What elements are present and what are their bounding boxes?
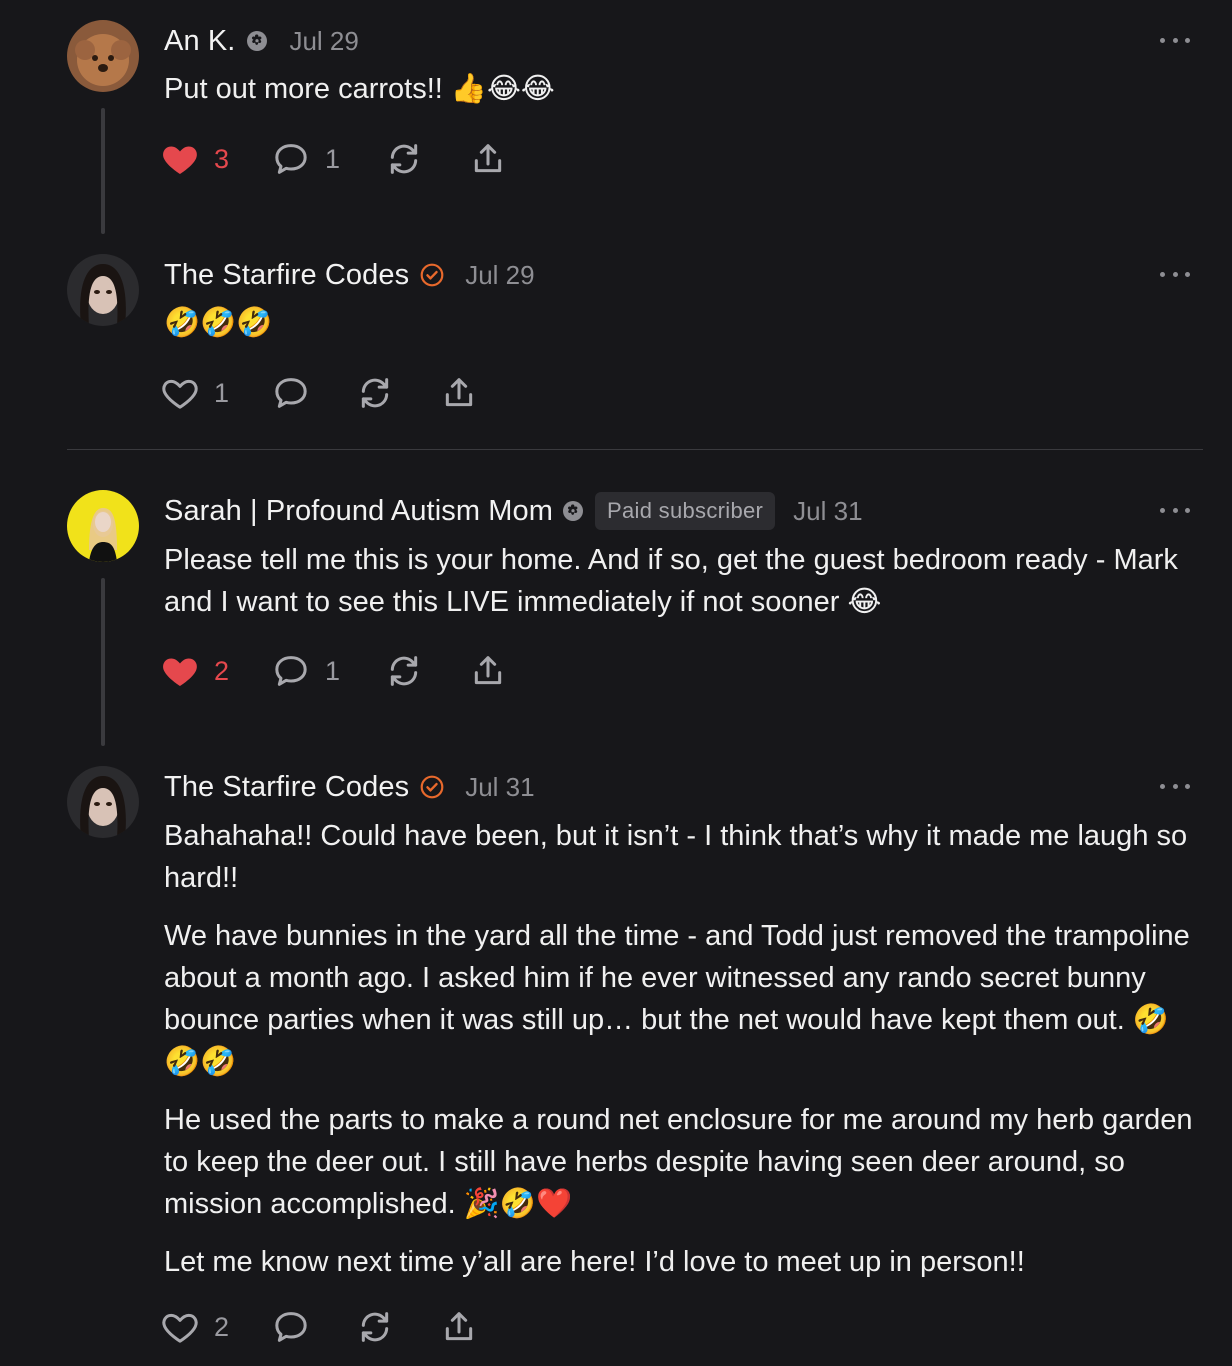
verified-check-icon	[419, 774, 445, 800]
comment-bubble-icon	[271, 139, 311, 179]
comment-actions: 2	[160, 1302, 479, 1352]
comment-date[interactable]: Jul 31	[465, 772, 534, 803]
heart-filled-icon	[160, 651, 200, 691]
comment-date[interactable]: Jul 29	[289, 26, 358, 57]
paid-subscriber-badge: Paid subscriber	[595, 492, 776, 530]
avatar[interactable]	[67, 490, 139, 562]
verified-check-icon	[419, 262, 445, 288]
restack-icon	[384, 651, 424, 691]
like-count: 3	[214, 143, 230, 174]
reply-button[interactable]	[271, 1307, 311, 1347]
avatar[interactable]	[67, 20, 139, 92]
subscriber-icon	[561, 499, 585, 523]
share-button[interactable]	[439, 1307, 479, 1347]
like-count: 2	[214, 1311, 230, 1342]
avatar[interactable]	[67, 254, 139, 326]
comment-actions: 2 1	[160, 646, 508, 696]
heart-filled-icon	[160, 139, 200, 179]
comment-actions: 3 1	[160, 134, 508, 184]
like-button[interactable]: 2	[160, 651, 229, 691]
share-button[interactable]	[439, 373, 479, 413]
heart-outline-icon	[160, 373, 200, 413]
comment-bubble-icon	[271, 373, 311, 413]
comment-actions: 1	[160, 368, 479, 418]
comment-text: 🤣🤣🤣	[164, 307, 273, 339]
more-options-icon[interactable]	[1160, 505, 1190, 515]
like-button[interactable]: 2	[160, 1307, 229, 1347]
comment-date[interactable]: Jul 29	[465, 260, 534, 291]
author-name[interactable]: The Starfire Codes	[164, 771, 409, 804]
share-icon	[468, 139, 508, 179]
reply-count: 1	[325, 655, 341, 686]
like-button[interactable]: 3	[160, 139, 229, 179]
share-button[interactable]	[468, 139, 508, 179]
thread-line	[101, 108, 105, 234]
comment-bubble-icon	[271, 651, 311, 691]
reply-button[interactable]: 1	[271, 651, 340, 691]
heart-outline-icon	[160, 1307, 200, 1347]
restack-icon	[355, 1307, 395, 1347]
more-options-icon[interactable]	[1160, 35, 1190, 45]
restack-button[interactable]	[384, 651, 424, 691]
restack-button[interactable]	[384, 139, 424, 179]
subscriber-icon	[245, 29, 269, 53]
restack-button[interactable]	[355, 1307, 395, 1347]
share-icon	[439, 373, 479, 413]
comment-date[interactable]: Jul 31	[793, 496, 862, 527]
avatar[interactable]	[67, 766, 139, 838]
share-icon	[439, 1307, 479, 1347]
like-count: 2	[214, 655, 230, 686]
author-name[interactable]: An K.	[164, 25, 235, 58]
comment-bubble-icon	[271, 1307, 311, 1347]
comment-paragraph: Let me know next time y’all are here! I’…	[164, 1246, 1025, 1278]
comment-paragraph: Bahahaha!! Could have been, but it isn’t…	[164, 820, 1188, 894]
reply-button[interactable]	[271, 373, 311, 413]
share-button[interactable]	[468, 651, 508, 691]
restack-icon	[384, 139, 424, 179]
comment-text: Put out more carrots!! 👍😂😂	[164, 73, 555, 105]
like-count: 1	[214, 377, 230, 408]
reply-count: 1	[325, 143, 341, 174]
like-button[interactable]: 1	[160, 373, 229, 413]
comment-paragraph: He used the parts to make a round net en…	[164, 1104, 1193, 1220]
restack-icon	[355, 373, 395, 413]
comment-text: Please tell me this is your home. And if…	[164, 544, 1178, 618]
author-name[interactable]: The Starfire Codes	[164, 259, 409, 292]
comment-body: Please tell me this is your home. And if…	[164, 539, 1194, 639]
author-name[interactable]: Sarah | Profound Autism Mom	[164, 495, 553, 528]
reply-button[interactable]: 1	[271, 139, 340, 179]
comment-paragraph: We have bunnies in the yard all the time…	[164, 920, 1190, 1078]
share-icon	[468, 651, 508, 691]
more-options-icon[interactable]	[1160, 269, 1190, 279]
comment-body: 🤣🤣🤣	[164, 302, 1194, 360]
restack-button[interactable]	[355, 373, 395, 413]
more-options-icon[interactable]	[1160, 781, 1190, 791]
comment-body: Put out more carrots!! 👍😂😂	[164, 68, 1194, 126]
thread-divider	[67, 449, 1203, 450]
thread-line	[101, 578, 105, 746]
comment-body: Bahahaha!! Could have been, but it isn’t…	[164, 815, 1194, 1299]
